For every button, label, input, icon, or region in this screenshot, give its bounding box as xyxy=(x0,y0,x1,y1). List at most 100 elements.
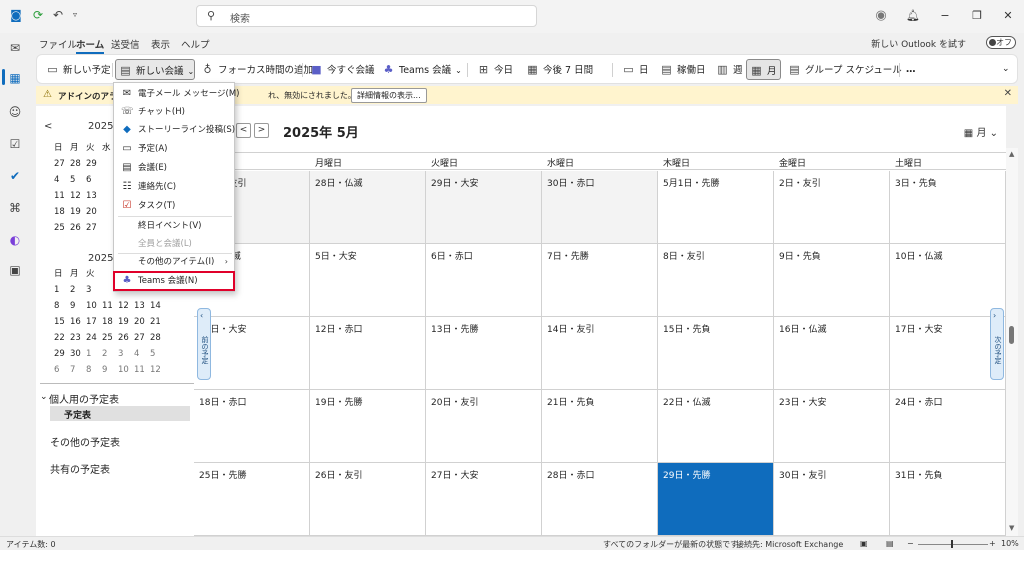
my-calendars-group[interactable]: 個人用の予定表 xyxy=(49,391,119,406)
mini-calendar-day[interactable]: 15 xyxy=(54,315,70,329)
mini-calendar-day[interactable]: 18 xyxy=(102,315,118,329)
close-alert-icon[interactable]: ✕ xyxy=(1004,88,1012,99)
calendar-day-cell[interactable]: 28日・赤口 xyxy=(542,463,658,536)
sync-icon[interactable]: ⟳ xyxy=(31,8,45,22)
mini-calendar-day[interactable]: 11 xyxy=(102,299,118,313)
mini-calendar-day[interactable]: 20 xyxy=(86,205,102,219)
close-icon[interactable]: ✕ xyxy=(999,7,1017,25)
zoom-in-icon[interactable]: + xyxy=(989,539,996,548)
calendar-day-cell[interactable]: 12日・赤口 xyxy=(310,317,426,390)
mini-calendar-day[interactable]: 10 xyxy=(118,363,134,377)
undo-icon[interactable]: ↶ xyxy=(51,8,65,22)
mini-calendar-day[interactable]: 2 xyxy=(102,347,118,361)
calendar-day-cell[interactable]: 7日・先勝 xyxy=(542,244,658,317)
menu-item-email-message[interactable]: ✉ 電子メール メッセージ(M) xyxy=(114,85,240,103)
mini-calendar-day[interactable]: 24 xyxy=(86,331,102,345)
mini-calendar-day[interactable]: 16 xyxy=(70,315,86,329)
menu-item-all-day-event[interactable]: 終日イベント(V) xyxy=(114,217,234,235)
shared-calendars-group[interactable]: 共有の予定表 xyxy=(50,461,110,476)
calendar-day-cell[interactable]: 24日・赤口 xyxy=(890,390,1006,463)
new-appointment-button[interactable]: ▭ 新しい予定 xyxy=(43,59,114,80)
calendar-day-cell[interactable]: 22日・仏滅 xyxy=(658,390,774,463)
mini-calendar-day[interactable]: 6 xyxy=(86,173,102,187)
calendar-day-cell[interactable]: 10日・仏滅 xyxy=(890,244,1006,317)
tab-home[interactable]: ホーム xyxy=(76,37,105,54)
mini-calendar-day[interactable]: 3 xyxy=(86,283,102,297)
calendar-day-cell[interactable]: 13日・先勝 xyxy=(426,317,542,390)
customize-toolbar-icon[interactable]: ▿ xyxy=(68,8,82,22)
loop-icon[interactable]: ◐ xyxy=(6,231,24,249)
calendar-day-cell[interactable]: 3日・先負 xyxy=(890,171,1006,244)
mini-calendar-day[interactable]: 9 xyxy=(70,299,86,313)
mini-calendar-day[interactable]: 1 xyxy=(54,283,70,297)
mini-calendar-day[interactable]: 12 xyxy=(70,189,86,203)
calendar-day-cell[interactable]: 11日・大安 xyxy=(194,317,310,390)
mini-calendar-day[interactable]: 25 xyxy=(102,331,118,345)
minimize-icon[interactable]: − xyxy=(936,7,954,25)
next-month-button[interactable]: > xyxy=(254,123,269,138)
reading-view-icon[interactable]: ▤ xyxy=(886,539,894,548)
month-view-button[interactable]: ▦ 月 xyxy=(746,59,781,80)
mini-calendar-day[interactable]: 27 xyxy=(54,157,70,171)
mini-calendar-day[interactable]: 27 xyxy=(134,331,150,345)
mini-calendar-day[interactable]: 23 xyxy=(70,331,86,345)
menu-item-contact[interactable]: ☷ 連絡先(C) xyxy=(114,178,234,196)
mini-calendar-day[interactable]: 25 xyxy=(54,221,70,235)
zoom-out-icon[interactable]: − xyxy=(907,539,914,548)
calendar-day-cell[interactable]: 19日・先勝 xyxy=(310,390,426,463)
mini-calendar-day[interactable]: 11 xyxy=(134,363,150,377)
mini-calendar-day[interactable]: 11 xyxy=(54,189,70,203)
mini-calendar-day[interactable]: 22 xyxy=(54,331,70,345)
calendar-day-cell[interactable]: 9日・先負 xyxy=(774,244,890,317)
calendar-day-cell[interactable]: 20日・友引 xyxy=(426,390,542,463)
calendar-day-cell[interactable]: 23日・大安 xyxy=(774,390,890,463)
menu-item-appointment[interactable]: ▭ 予定(A) xyxy=(114,140,234,158)
mail-icon[interactable]: ✉ xyxy=(6,39,24,57)
next-7-days-button[interactable]: ▦ 今後 7 日間 xyxy=(523,59,596,80)
calendar-day-cell[interactable]: 6日・赤口 xyxy=(426,244,542,317)
apps-icon[interactable]: ▣ xyxy=(6,261,24,279)
calendar-day-cell[interactable]: 30日・友引 xyxy=(774,463,890,536)
mini-calendar-day[interactable]: 9 xyxy=(102,363,118,377)
calendar-day-cell[interactable]: 31日・先負 xyxy=(890,463,1006,536)
today-button[interactable]: ⊞ 今日 xyxy=(474,59,516,80)
restore-icon[interactable]: ❐ xyxy=(968,7,986,25)
calendar-icon[interactable]: ▦ xyxy=(6,69,24,87)
org-chart-icon[interactable]: ⌘ xyxy=(6,199,24,217)
chevron-down-icon[interactable]: ⌄ xyxy=(40,392,48,402)
mini-calendar-day[interactable]: 30 xyxy=(70,347,86,361)
focus-time-button[interactable]: ♁ フォーカス時間の追加 xyxy=(198,59,316,80)
calendar-day-cell[interactable]: 14日・友引 xyxy=(542,317,658,390)
mini-calendar-day[interactable]: 8 xyxy=(54,299,70,313)
zoom-slider[interactable] xyxy=(918,544,988,545)
tab-help[interactable]: ヘルプ xyxy=(181,37,210,51)
mini-calendar-day[interactable]: 4 xyxy=(134,347,150,361)
calendar-day-cell[interactable]: 5月1日・先勝 xyxy=(658,171,774,244)
mini-calendar-day[interactable]: 20 xyxy=(134,315,150,329)
mini-calendar-day[interactable]: 7 xyxy=(70,363,86,377)
calendar-day-cell[interactable]: 26日・友引 xyxy=(310,463,426,536)
mini-calendar-day[interactable]: 29 xyxy=(54,347,70,361)
tab-file[interactable]: ファイル xyxy=(39,37,77,51)
menu-item-storyline-post[interactable]: ◆ ストーリーライン投稿(S) xyxy=(114,121,235,139)
work-week-button[interactable]: ▤ 稼働日 xyxy=(657,59,709,80)
calendar-day-cell[interactable]: 30日・赤口 xyxy=(542,171,658,244)
mini-calendar-day[interactable]: 6 xyxy=(54,363,70,377)
calendar-day-cell[interactable]: 8日・友引 xyxy=(658,244,774,317)
calendar-day-cell[interactable]: 18日・赤口 xyxy=(194,390,310,463)
calendar-day-cell[interactable]: 5日・大安 xyxy=(310,244,426,317)
normal-view-icon[interactable]: ▣ xyxy=(860,539,868,548)
mini-calendar-day[interactable]: 3 xyxy=(118,347,134,361)
scroll-thumb[interactable] xyxy=(1009,326,1014,344)
calendar-day-cell[interactable]: 17日・大安 xyxy=(890,317,1006,390)
tab-view[interactable]: 表示 xyxy=(151,37,170,51)
group-schedule-button[interactable]: ▤ グループ スケジュール xyxy=(785,59,905,80)
calendar-day-cell[interactable]: 16日・仏滅 xyxy=(774,317,890,390)
mini-calendar-day[interactable]: 12 xyxy=(150,363,166,377)
calendar-scrollbar[interactable]: ▲ ▼ xyxy=(1006,148,1018,536)
new-meeting-button[interactable]: ▤ 新しい会議 ⌄ xyxy=(115,59,195,80)
mini-calendar-day[interactable]: 19 xyxy=(118,315,134,329)
day-view-button[interactable]: ▭ 日 xyxy=(619,59,652,80)
menu-item-teams-meeting[interactable]: ♣ Teams 会議(N) xyxy=(113,271,235,291)
calendar-day-cell[interactable]: 15日・先負 xyxy=(658,317,774,390)
